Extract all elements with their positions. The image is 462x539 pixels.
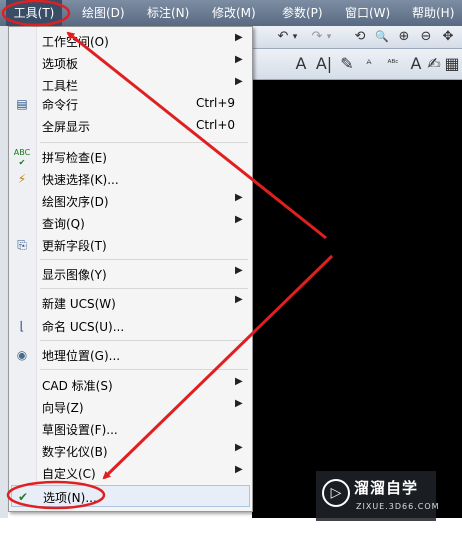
watermark: ▷ 溜溜自学 ZIXUE.3D66.COM	[316, 471, 439, 521]
menu-draw[interactable]: 绘图(D)	[82, 0, 125, 26]
submenu-arrow-icon: ▶	[235, 265, 243, 276]
menu-item-label: CAD 标准(S)	[42, 379, 113, 393]
tools-dropdown-menu: 工作空间(O) ▶ 选项板 ▶ 工具栏 ▶ ▤ 命令行 Ctrl+9 全屏显示 …	[8, 26, 253, 512]
watermark-logo-icon: ▷	[322, 479, 350, 507]
submenu-arrow-icon: ▶	[235, 464, 243, 475]
drawing-canvas[interactable]	[252, 80, 462, 518]
submenu-arrow-icon: ▶	[235, 76, 243, 87]
menu-item-label: 草图设置(F)...	[42, 423, 118, 437]
menu-item-inquiry[interactable]: 查询(Q) ▶	[9, 212, 252, 234]
text-style-icon[interactable]: A	[408, 55, 424, 73]
submenu-arrow-icon: ▶	[235, 398, 243, 409]
menu-window[interactable]: 窗口(W)	[345, 0, 390, 26]
menu-item-command-line[interactable]: ▤ 命令行 Ctrl+9	[9, 93, 252, 115]
zoom-previous-icon[interactable]: ⊖	[418, 29, 434, 45]
menu-item-label: 工作空间(O)	[42, 35, 109, 49]
standard-toolbar: ↶ ▾ ↷ ▾ ⟲ 🔍 ⊕ ⊖ ✥	[252, 26, 462, 49]
menu-item-label: 命令行	[42, 98, 79, 112]
submenu-arrow-icon: ▶	[235, 54, 243, 65]
menu-item-label: 更新字段(T)	[42, 239, 107, 253]
redo-icon[interactable]: ↷	[310, 29, 324, 45]
menu-item-named-ucs[interactable]: ⌊ 命名 UCS(U)...	[9, 315, 252, 337]
menu-item-draw-order[interactable]: 绘图次序(D) ▶	[9, 190, 252, 212]
menu-item-cad-standards[interactable]: CAD 标准(S) ▶	[9, 374, 252, 396]
menu-modify[interactable]: 修改(M)	[212, 0, 256, 26]
update-fields-icon: ⎘	[17, 238, 27, 252]
menu-item-label: 向导(Z)	[42, 401, 84, 415]
submenu-arrow-icon: ▶	[235, 214, 243, 225]
menu-item-label: 自定义(C)	[42, 467, 96, 481]
menu-item-label: 拼写检查(E)	[42, 151, 107, 165]
find-replace-icon[interactable]: ᴬ	[360, 55, 378, 73]
menu-item-label: 选项板	[42, 57, 79, 71]
menu-item-label: 查询(Q)	[42, 217, 85, 231]
menu-item-label: 绘图次序(D)	[42, 195, 109, 209]
menu-item-geolocation[interactable]: ◉ 地理位置(G)...	[9, 344, 252, 366]
menu-help[interactable]: 帮助(H)	[412, 0, 454, 26]
menu-item-label: 快速选择(K)...	[42, 173, 119, 187]
menu-item-customize[interactable]: 自定义(C) ▶	[9, 462, 252, 484]
zoom-window-icon[interactable]: ⊕	[396, 29, 412, 45]
submenu-arrow-icon: ▶	[235, 192, 243, 203]
spell-check-toolbar-icon[interactable]: ᴬᴮᶜ	[382, 55, 404, 73]
redo-dropdown-icon[interactable]: ▾	[324, 29, 334, 45]
menu-item-options[interactable]: ✔ 选项(N)...	[11, 485, 250, 507]
menu-item-shortcut: Ctrl+0	[196, 118, 236, 132]
submenu-arrow-icon: ▶	[235, 376, 243, 387]
submenu-arrow-icon: ▶	[235, 32, 243, 43]
bottom-area	[0, 518, 462, 539]
menu-separator	[40, 259, 248, 260]
menu-item-label: 新建 UCS(W)	[42, 297, 116, 311]
menu-item-update-fields[interactable]: ⎘ 更新字段(T)	[9, 234, 252, 256]
menu-item-label: 工具栏	[42, 79, 79, 93]
menu-item-label: 命名 UCS(U)...	[42, 320, 125, 334]
menu-item-label: 地理位置(G)...	[42, 349, 121, 363]
scale-text-icon[interactable]: ✍	[426, 55, 442, 73]
menu-separator	[40, 288, 248, 289]
properties-icon[interactable]: ✥	[440, 29, 456, 45]
menu-separator	[40, 340, 248, 341]
command-line-icon: ▤	[16, 97, 28, 111]
watermark-title: 溜溜自学	[354, 479, 419, 497]
zoom-realtime-icon[interactable]: 🔍	[374, 29, 390, 45]
menu-tools[interactable]: 工具(T)	[6, 0, 62, 26]
menu-parametric[interactable]: 参数(P)	[282, 0, 323, 26]
menu-item-label: 选项(N)...	[43, 491, 97, 505]
spell-check-icon: ABC ✔	[13, 148, 31, 167]
menu-separator	[40, 142, 248, 143]
menu-separator	[40, 369, 248, 370]
undo-icon[interactable]: ↶	[276, 29, 290, 45]
options-icon: ✔	[17, 490, 29, 504]
menu-item-fullscreen[interactable]: 全屏显示 Ctrl+0	[9, 115, 252, 137]
menu-item-quick-select[interactable]: ⚡ 快速选择(K)...	[9, 168, 252, 190]
menu-item-new-ucs[interactable]: 新建 UCS(W) ▶	[9, 292, 252, 314]
undo-dropdown-icon[interactable]: ▾	[290, 29, 300, 45]
menu-item-workspaces[interactable]: 工作空间(O) ▶	[9, 30, 252, 52]
text-toolbar: A A| ✎ ᴬ ᴬᴮᶜ A ✍ ▦	[252, 49, 462, 80]
left-panel-strip	[0, 26, 8, 518]
menu-dimension[interactable]: 标注(N)	[147, 0, 189, 26]
menu-item-tablet[interactable]: 数字化仪(B) ▶	[9, 440, 252, 462]
pan-icon[interactable]: ⟲	[352, 29, 368, 45]
menu-item-shortcut: Ctrl+9	[196, 96, 236, 110]
watermark-url: ZIXUE.3D66.COM	[356, 502, 440, 511]
single-line-text-icon[interactable]: A|	[314, 55, 334, 73]
submenu-arrow-icon: ▶	[235, 294, 243, 305]
justify-text-icon[interactable]: ▦	[444, 55, 460, 73]
menu-item-wizards[interactable]: 向导(Z) ▶	[9, 396, 252, 418]
submenu-arrow-icon: ▶	[235, 442, 243, 453]
menubar: 工具(T) 绘图(D) 标注(N) 修改(M) 参数(P) 窗口(W) 帮助(H…	[0, 0, 462, 26]
menu-item-label: 数字化仪(B)	[42, 445, 108, 459]
multiline-text-icon[interactable]: A	[292, 55, 310, 73]
menu-item-label: 全屏显示	[42, 120, 91, 134]
menu-item-palettes[interactable]: 选项板 ▶	[9, 52, 252, 74]
quick-select-icon: ⚡	[17, 172, 27, 186]
menu-item-label: 显示图像(Y)	[42, 268, 107, 282]
menu-item-display-image[interactable]: 显示图像(Y) ▶	[9, 263, 252, 285]
geolocation-icon: ◉	[16, 348, 28, 362]
menu-item-spell-check[interactable]: ABC ✔ 拼写检查(E)	[9, 146, 252, 168]
menu-item-drafting-settings[interactable]: 草图设置(F)...	[9, 418, 252, 440]
edit-text-icon[interactable]: ✎	[338, 55, 356, 73]
named-ucs-icon: ⌊	[19, 319, 25, 333]
